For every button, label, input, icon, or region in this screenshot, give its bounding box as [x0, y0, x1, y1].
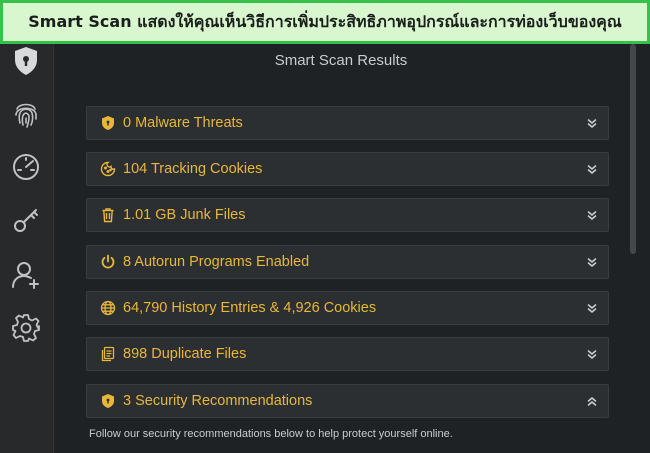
power-icon [100, 254, 116, 270]
result-label: 3 Security Recommendations [123, 393, 313, 409]
page-title: Smart Scan Results [274, 52, 408, 69]
result-row-autorun[interactable]: 8 Autorun Programs Enabled [86, 245, 609, 279]
files-icon [100, 346, 116, 362]
add-user-icon[interactable] [9, 258, 43, 292]
chevron-down-icon[interactable] [585, 255, 599, 269]
result-label: 898 Duplicate Files [123, 346, 247, 362]
result-row-cookies[interactable]: 104 Tracking Cookies [86, 152, 609, 186]
result-row-duplicates[interactable]: 898 Duplicate Files [86, 337, 609, 371]
chevron-down-icon[interactable] [585, 301, 599, 315]
trash-icon [100, 207, 116, 223]
main-panel: Smart Scan Results 0 Malware Threats 104… [54, 44, 650, 453]
result-row-malware[interactable]: 0 Malware Threats [86, 106, 609, 140]
sidebar [0, 44, 54, 453]
cookie-icon [100, 161, 116, 177]
shield-icon [100, 115, 116, 131]
key-icon[interactable] [9, 203, 43, 237]
result-label: 0 Malware Threats [123, 115, 243, 131]
globe-icon [100, 300, 116, 316]
chevron-up-icon[interactable] [585, 394, 599, 408]
result-row-history[interactable]: 64,790 History Entries & 4,926 Cookies [86, 291, 609, 325]
chevron-down-icon[interactable] [585, 347, 599, 361]
result-label: 1.01 GB Junk Files [123, 207, 246, 223]
result-label: 64,790 History Entries & 4,926 Cookies [123, 300, 377, 316]
recommendations-note: Follow our security recommendations belo… [89, 428, 453, 440]
result-label: 8 Autorun Programs Enabled [123, 254, 310, 270]
result-row-security-recommendations[interactable]: 3 Security Recommendations [86, 384, 609, 418]
chevron-down-icon[interactable] [585, 116, 599, 130]
scrollbar[interactable] [630, 44, 636, 254]
shield-icon[interactable] [9, 44, 43, 78]
chevron-down-icon[interactable] [585, 208, 599, 222]
result-label: 104 Tracking Cookies [123, 161, 263, 177]
gear-icon[interactable] [9, 311, 43, 345]
shield-icon [100, 393, 116, 409]
fingerprint-icon[interactable] [9, 97, 43, 131]
chevron-down-icon[interactable] [585, 162, 599, 176]
result-row-junk-files[interactable]: 1.01 GB Junk Files [86, 198, 609, 232]
caption-banner: Smart Scan แสดงให้คุณเห็นวิธีการเพิ่มประ… [0, 0, 650, 44]
speedometer-icon[interactable] [9, 150, 43, 184]
